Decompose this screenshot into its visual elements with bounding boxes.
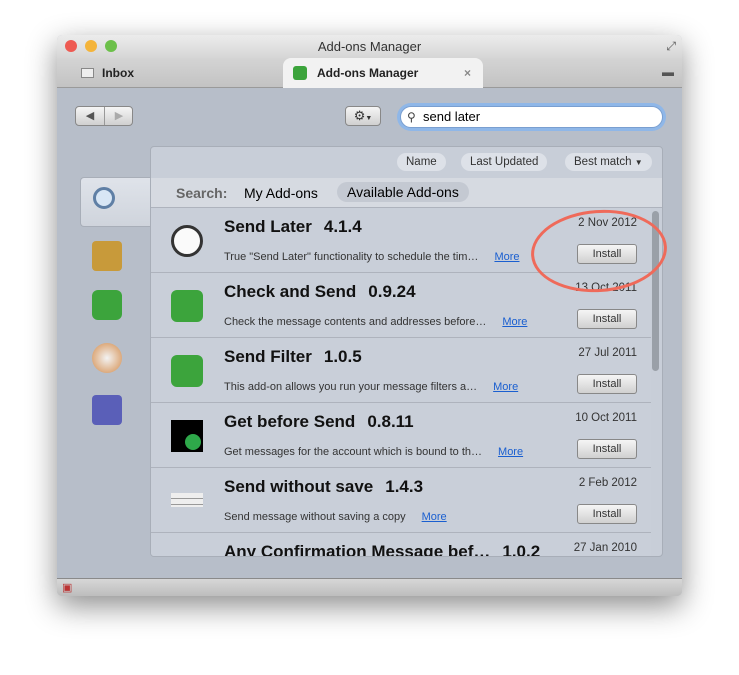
addon-version: 0.9.24: [368, 282, 416, 301]
sort-last-updated-button[interactable]: Last Updated: [461, 153, 548, 171]
puzzle-icon: [171, 290, 203, 322]
addon-row[interactable]: Get before Send 0.8.11 10 Oct 2011 Get mess…: [151, 403, 651, 468]
tab-addons-manager[interactable]: Add-ons Manager ×: [283, 58, 483, 88]
close-tab-icon[interactable]: ×: [464, 58, 471, 88]
install-button[interactable]: Install: [577, 309, 637, 329]
sort-best-match-button[interactable]: Best match ▼: [565, 153, 652, 171]
addon-description: Check the message contents and addresses…: [224, 316, 528, 328]
offline-icon[interactable]: ▣: [62, 581, 72, 594]
puzzle-icon: [171, 355, 203, 387]
install-button[interactable]: Install: [577, 504, 637, 524]
search-icon: ⚲: [407, 110, 416, 124]
search-scope-bar: Search: My Add-ons Available Add-ons: [151, 178, 662, 208]
zoom-window-button[interactable]: [105, 40, 117, 52]
addon-version: 1.0.2: [502, 542, 541, 557]
tab-label: Inbox: [102, 66, 134, 80]
tab-label: Add-ons Manager: [317, 66, 419, 80]
addon-name: Get before Send 0.8.11: [224, 412, 414, 431]
more-link[interactable]: More: [494, 251, 519, 263]
more-link[interactable]: More: [422, 511, 447, 523]
addon-version: 0.8.11: [367, 412, 414, 431]
install-button[interactable]: Install: [577, 374, 637, 394]
search-value: send later: [423, 109, 481, 124]
more-link[interactable]: More: [493, 381, 518, 393]
addon-description: True "Send Later" functionality to sched…: [224, 251, 520, 263]
title-bar: Add-ons Manager ⤢: [57, 35, 682, 58]
fullscreen-icon[interactable]: ⤢: [666, 35, 676, 58]
addon-version: 1.0.5: [323, 347, 362, 366]
sort-name-button[interactable]: Name: [397, 153, 446, 171]
menu-screenshot-icon: [171, 493, 203, 507]
puzzle-icon: [293, 66, 307, 80]
install-button[interactable]: Install: [577, 439, 637, 459]
search-scope-label: Search:: [176, 185, 228, 201]
mail-arrow-icon: [171, 420, 203, 452]
addon-name: Send Filter 1.0.5: [224, 347, 362, 366]
addon-date: 27 Jul 2011: [578, 347, 637, 359]
addon-name: Send Later 4.1.4: [224, 217, 362, 236]
addon-name: Check and Send 0.9.24: [224, 282, 416, 301]
addon-date: 2 Feb 2012: [578, 477, 637, 489]
sidebar-item-extensions[interactable]: [92, 290, 122, 320]
clock-icon: [171, 225, 203, 257]
gear-icon: ⚙: [353, 108, 366, 123]
inbox-icon: [81, 68, 94, 78]
sidebar-item-plugins[interactable]: [92, 395, 122, 425]
sidebar-item-appearance[interactable]: [92, 343, 122, 373]
addon-description: This add-on allows you run your message …: [224, 381, 519, 393]
nav-buttons: ◀ ▶: [75, 106, 133, 126]
addon-row[interactable]: Send Filter 1.0.5 27 Jul 2011 This add-on a…: [151, 338, 651, 403]
minimize-window-button[interactable]: [85, 40, 97, 52]
tools-gear-button[interactable]: ⚙▼: [345, 106, 381, 126]
addon-description: Get messages for the account which is bo…: [224, 446, 524, 458]
addon-name: Send without save 1.4.3: [224, 477, 424, 496]
addons-window: Add-ons Manager ⤢ Inbox Add-ons Manager …: [57, 35, 682, 596]
close-window-button[interactable]: [65, 40, 77, 52]
addon-row[interactable]: Any Confirmation Message bef… 1.0.2 27 Jan…: [151, 533, 651, 557]
sidebar-item-get-addons[interactable]: [92, 241, 122, 271]
addon-version: 4.1.4: [323, 217, 362, 236]
window-title: Add-ons Manager: [317, 39, 422, 54]
addon-date: 10 Oct 2011: [575, 412, 637, 424]
tab-list-icon[interactable]: ▬: [662, 65, 674, 79]
more-link[interactable]: More: [498, 446, 523, 458]
sort-best-match-label: Best match: [574, 156, 632, 168]
back-button[interactable]: ◀: [76, 107, 105, 125]
search-input[interactable]: ⚲ send later: [400, 106, 663, 128]
results-panel: Name Last Updated Best match ▼ Search: M…: [150, 146, 663, 557]
addon-date: 27 Jan 2010: [573, 542, 637, 554]
addon-name: Any Confirmation Message bef… 1.0.2: [224, 542, 541, 557]
more-link[interactable]: More: [502, 316, 527, 328]
status-bar: ▣: [57, 578, 682, 596]
addon-version: 1.4.3: [385, 477, 424, 496]
addon-description: Send message without saving a copy More: [224, 511, 447, 523]
scope-available-addons[interactable]: Available Add-ons: [337, 182, 469, 202]
scope-my-addons[interactable]: My Add-ons: [244, 185, 318, 201]
tab-inbox[interactable]: Inbox: [81, 58, 134, 88]
forward-button[interactable]: ▶: [105, 107, 133, 125]
magnifier-icon: [93, 187, 115, 209]
sidebar-item-search[interactable]: [80, 177, 151, 227]
tab-bar: Inbox Add-ons Manager × ▬: [57, 58, 682, 88]
addon-row[interactable]: Send without save 1.4.3 2 Feb 2012 Send mes…: [151, 468, 651, 533]
